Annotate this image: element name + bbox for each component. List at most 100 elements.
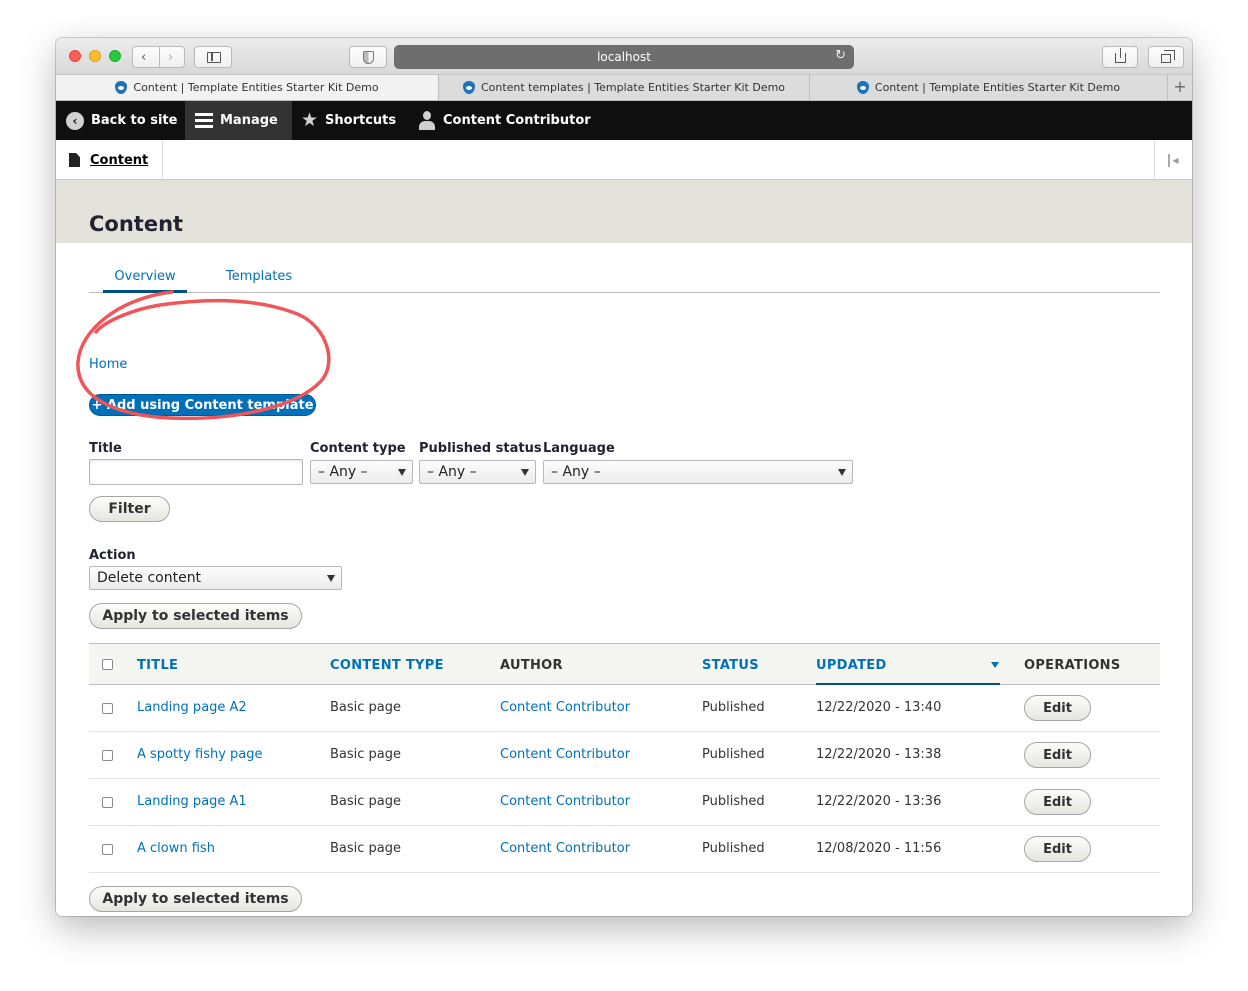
bulk-action-value: Delete content [97, 570, 202, 586]
breadcrumb-home-link[interactable]: Home [89, 357, 127, 372]
sidebar-toggle-button[interactable] [194, 46, 232, 68]
shortcuts-menu-button[interactable]: ★ Shortcuts [291, 101, 406, 140]
main-content: Overview Templates Home + Add using Cont… [56, 243, 1192, 916]
shortcuts-label: Shortcuts [325, 113, 397, 128]
address-text: localhost [597, 50, 651, 64]
active-tab-indicator [103, 290, 187, 293]
browser-tab-title: Content | Template Entities Starter Kit … [874, 81, 1121, 94]
star-icon: ★ [301, 109, 319, 131]
drupal-favicon-icon [856, 81, 869, 94]
history-nav: ‹ › [132, 46, 185, 68]
row-edit-button[interactable]: Edit [1024, 789, 1091, 815]
tray-content-label: Content [90, 152, 149, 168]
column-header-author: AUTHOR [500, 658, 563, 673]
table-row: Landing page A2 Basic page Content Contr… [89, 685, 1160, 732]
address-bar[interactable]: localhost ↻ [394, 45, 854, 69]
privacy-report-button[interactable] [349, 46, 387, 68]
row-title-link[interactable]: Landing page A2 [137, 700, 247, 715]
row-status: Published [702, 841, 765, 856]
back-to-site-link[interactable]: ‹ Back to site [56, 101, 187, 140]
filter-button[interactable]: Filter [89, 496, 170, 522]
row-checkbox[interactable] [102, 750, 113, 761]
row-title-link[interactable]: A spotty fishy page [137, 747, 263, 762]
tray-bar-icon [1168, 153, 1171, 167]
row-edit-button[interactable]: Edit [1024, 836, 1091, 862]
column-header-operations: OPERATIONS [1024, 658, 1121, 673]
browser-tab-strip: Content | Template Entities Starter Kit … [56, 75, 1192, 101]
row-edit-button[interactable]: Edit [1024, 742, 1091, 768]
column-header-content-type[interactable]: CONTENT TYPE [330, 658, 444, 673]
tabs-icon [1161, 50, 1175, 63]
admin-toolbar: ‹ Back to site Manage ★ Shortcuts Conten… [56, 101, 1192, 140]
dropdown-caret-icon [838, 469, 846, 476]
manage-menu-button[interactable]: Manage [185, 101, 292, 140]
row-author-link[interactable]: Content Contributor [500, 841, 630, 856]
hamburger-menu-icon [195, 113, 213, 128]
browser-tab-3[interactable]: Content | Template Entities Starter Kit … [810, 75, 1168, 100]
forward-chevron-icon[interactable]: › [168, 50, 173, 65]
content-type-select[interactable]: – Any – [310, 460, 413, 484]
row-title-link[interactable]: Landing page A1 [137, 794, 247, 809]
nav-separator [159, 47, 160, 67]
content-type-value: – Any – [318, 464, 368, 480]
row-content-type: Basic page [330, 700, 402, 715]
back-arrow-icon: ‹ [66, 111, 84, 130]
tab-overview-button[interactable] [1148, 46, 1184, 68]
row-edit-button[interactable]: Edit [1024, 695, 1091, 721]
row-author-link[interactable]: Content Contributor [500, 700, 630, 715]
tab-templates[interactable]: Templates [226, 269, 292, 284]
back-chevron-icon[interactable]: ‹ [141, 50, 146, 65]
column-header-status[interactable]: STATUS [702, 658, 759, 673]
published-status-value: – Any – [427, 464, 477, 480]
row-author-link[interactable]: Content Contributor [500, 794, 630, 809]
apply-selected-button-bottom[interactable]: Apply to selected items [89, 886, 302, 912]
add-using-content-template-button[interactable]: + Add using Content template [89, 394, 316, 416]
user-label: Content Contributor [443, 113, 591, 128]
row-checkbox[interactable] [102, 844, 113, 855]
zoom-window-button[interactable] [109, 50, 121, 62]
new-tab-button[interactable]: + [1168, 75, 1192, 100]
row-checkbox[interactable] [102, 703, 113, 714]
browser-tab-1[interactable]: Content | Template Entities Starter Kit … [56, 75, 439, 100]
drupal-favicon-icon [115, 81, 128, 94]
share-button[interactable] [1102, 46, 1138, 68]
row-author-link[interactable]: Content Contributor [500, 747, 630, 762]
browser-tab-title: Content templates | Template Entities St… [480, 81, 786, 94]
apply-selected-button-top[interactable]: Apply to selected items [89, 603, 302, 629]
browser-tab-title: Content | Template Entities Starter Kit … [133, 81, 379, 94]
browser-tab-2[interactable]: Content templates | Template Entities St… [439, 75, 810, 100]
share-icon [1115, 48, 1126, 63]
table-row: Landing page A1 Basic page Content Contr… [89, 779, 1160, 826]
tray-content-link[interactable]: Content [56, 140, 163, 180]
user-menu-button[interactable]: Content Contributor [408, 101, 601, 140]
table-row: A clown fish Basic page Content Contribu… [89, 826, 1160, 873]
toolbar-tray: Content ◂ [56, 140, 1192, 180]
row-title-link[interactable]: A clown fish [137, 841, 215, 856]
content-type-label: Content type [310, 441, 406, 456]
published-status-select[interactable]: – Any – [419, 460, 536, 484]
row-status: Published [702, 794, 765, 809]
sidebar-icon [207, 52, 221, 63]
row-content-type: Basic page [330, 841, 402, 856]
minimize-window-button[interactable] [89, 50, 101, 62]
tab-overview[interactable]: Overview [103, 269, 187, 284]
row-checkbox[interactable] [102, 797, 113, 808]
title-filter-input[interactable] [89, 459, 303, 485]
tray-orientation-toggle[interactable]: ◂ [1154, 140, 1192, 180]
page-title: Content [89, 212, 184, 236]
select-all-checkbox[interactable] [102, 659, 113, 670]
close-window-button[interactable] [69, 50, 81, 62]
reload-icon[interactable]: ↻ [835, 48, 846, 63]
title-filter-label: Title [89, 441, 122, 456]
row-updated: 12/22/2020 - 13:38 [816, 747, 942, 762]
row-status: Published [702, 700, 765, 715]
column-header-updated[interactable]: UPDATED [816, 658, 887, 673]
document-icon [69, 153, 80, 167]
language-select[interactable]: – Any – [543, 460, 853, 484]
column-header-title[interactable]: TITLE [137, 658, 178, 673]
bulk-action-select[interactable]: Delete content [89, 566, 342, 590]
dropdown-caret-icon [327, 575, 335, 582]
language-value: – Any – [551, 464, 601, 480]
arrow-left-icon: ◂ [1172, 153, 1179, 167]
row-updated: 12/08/2020 - 11:56 [816, 841, 942, 856]
